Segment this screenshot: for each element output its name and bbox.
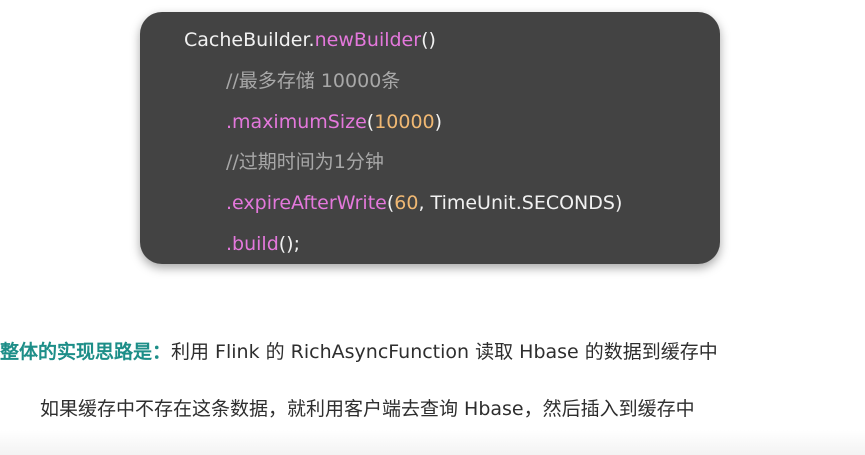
code-line-expire-after-write: .expireAfterWrite(60, TimeUnit.SECONDS) xyxy=(226,188,622,218)
code-method-newbuilder: newBuilder xyxy=(314,29,422,51)
code-semicolon-parens: (); xyxy=(278,233,300,255)
code-line-maximum-size: .maximumSize(10000) xyxy=(226,107,442,137)
bottom-band xyxy=(0,430,865,455)
code-method-maximumsize: .maximumSize xyxy=(226,111,367,133)
description-line-1-text: 利用 Flink 的 RichAsyncFunction 读取 Hbase 的数… xyxy=(171,341,718,363)
code-number-10000: 10000 xyxy=(374,111,435,133)
description-line-1: 整体的实现思路是：利用 Flink 的 RichAsyncFunction 读取… xyxy=(0,338,718,366)
description-lead: 整体的实现思路是： xyxy=(0,341,172,363)
code-block: CacheBuilder.newBuilder() //最多存储 10000条 … xyxy=(140,12,720,264)
code-args-rest: , TimeUnit.SECONDS) xyxy=(418,192,623,214)
code-line-cachebuilder: CacheBuilder.newBuilder() xyxy=(184,25,436,55)
code-comment-text: //过期时间为1分钟 xyxy=(226,151,384,173)
description-line-2: 如果缓存中不存在这条数据，就利用客户端去查询 Hbase，然后插入到缓存中 xyxy=(40,398,695,420)
code-close-paren: ) xyxy=(434,111,443,133)
code-class-name: CacheBuilder xyxy=(184,29,309,51)
code-comment-expire: //过期时间为1分钟 xyxy=(226,147,384,177)
code-parens: () xyxy=(421,29,436,51)
code-method-build: .build xyxy=(226,233,279,255)
code-line-build: .build(); xyxy=(226,229,300,259)
code-method-expireafterwrite: .expireAfterWrite xyxy=(226,192,387,214)
code-comment-text: //最多存储 10000条 xyxy=(226,70,401,92)
code-number-60: 60 xyxy=(394,192,419,214)
code-comment-max-size: //最多存储 10000条 xyxy=(226,66,400,96)
